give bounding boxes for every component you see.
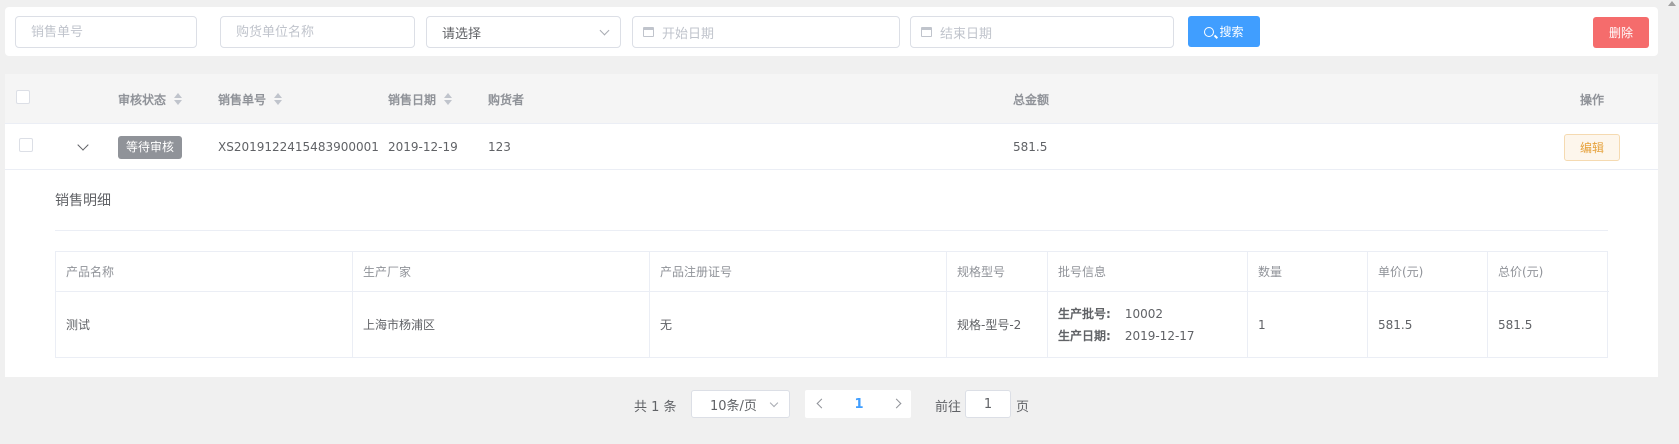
start-date-picker[interactable]: 开始日期 [632,16,900,48]
start-date-placeholder: 开始日期 [662,26,715,42]
header-order-no-label: 销售单号 [218,92,267,107]
edit-button[interactable]: 编辑 [1564,134,1620,161]
end-date-picker[interactable]: 结束日期 [910,16,1174,48]
buyer-cell: 123 [488,140,511,154]
header-status[interactable]: 审核状态 [118,74,183,124]
detail-total-price: 581.5 [1498,317,1533,332]
header-order-no[interactable]: 销售单号 [218,74,283,124]
delete-button[interactable]: 删除 [1593,17,1649,48]
pagination-total: 共 1 条 [634,400,677,415]
expand-chevron-icon[interactable] [77,139,89,151]
detail-table: 产品名称 生产厂家 产品注册证号 规格型号 批号信息 数量 单价(元) 总价(元… [55,251,1609,358]
status-cell: 等待审核 [118,124,183,170]
header-buyer: 购货者 [488,74,524,124]
goto-page-input[interactable] [965,390,1011,418]
batch-value: 10002 [1124,306,1163,321]
status-badge: 等待审核 [118,135,183,159]
sale-date-cell: 2019-12-19 [388,140,458,154]
calendar-icon [921,27,932,37]
batch-label: 生产批号: [1058,307,1111,321]
buyer-name-input[interactable] [220,16,415,48]
order-no-input[interactable] [15,16,197,48]
detail-batch-info: 生产批号: 10002 生产日期: 2019-12-17 [1048,292,1248,357]
prod-date-line: 生产日期: 2019-12-17 [1058,325,1195,347]
search-button[interactable]: 搜索 [1188,16,1260,47]
table-header: 审核状态 销售单号 销售日期 购货者 总金额 操作 [5,74,1658,124]
batch-line: 生产批号: 10002 [1058,303,1163,325]
search-bar: 请选择 开始日期 结束日期 搜索 删除 [5,7,1658,56]
search-button-label: 搜索 [1219,25,1244,39]
pager: 1 [805,390,911,418]
order-no-cell: XS2019122415483900001 [218,140,379,154]
calendar-icon [643,27,654,37]
next-page-icon[interactable] [891,398,902,409]
detail-header-manufacturer: 生产厂家 [353,252,650,292]
end-date-placeholder: 结束日期 [940,26,993,42]
page-size-select[interactable]: 10条/页 [691,390,790,418]
chevron-down-icon [599,25,610,36]
detail-header-product-name: 产品名称 [56,252,353,292]
detail-header-total-price: 总价(元) [1488,252,1609,292]
sort-icon[interactable] [274,93,283,105]
sort-icon[interactable] [444,93,453,105]
prod-date-label: 生产日期: [1058,329,1111,343]
detail-title: 销售明细 [55,193,111,209]
row-checkbox[interactable] [19,138,33,152]
goto-label: 前往 [935,400,962,415]
divider [55,230,1608,231]
select-all-checkbox[interactable] [16,90,30,104]
detail-header-quantity: 数量 [1248,252,1368,292]
header-sale-date[interactable]: 销售日期 [388,74,453,124]
total-cell: 581.5 [1013,140,1048,154]
table-row: 等待审核 XS2019122415483900001 2019-12-19 12… [5,124,1658,170]
status-select[interactable]: 请选择 [426,16,621,48]
detail-quantity: 1 [1248,292,1368,357]
detail-registration-no: 无 [650,292,947,357]
sort-icon[interactable] [174,93,183,105]
edit-button-label: 编辑 [1579,141,1604,155]
page-size-value: 10条/页 [710,398,757,414]
header-buyer-label: 购货者 [488,92,525,107]
header-total: 总金额 [1013,74,1049,124]
header-sale-date-label: 销售日期 [388,92,437,107]
detail-spec: 规格-型号-2 [947,292,1048,357]
header-actions: 操作 [1580,74,1604,124]
detail-manufacturer: 上海市杨浦区 [353,292,650,357]
scrollbar-up-arrow[interactable] [1668,1,1676,6]
chevron-down-icon [769,398,779,408]
header-total-label: 总金额 [1013,92,1050,107]
detail-header-unit-price: 单价(元) [1368,252,1488,292]
page-suffix: 页 [1016,400,1030,415]
detail-header-registration-no: 产品注册证号 [650,252,947,292]
prod-date-value: 2019-12-17 [1124,328,1195,343]
detail-unit-price: 581.5 [1368,292,1488,357]
header-status-label: 审核状态 [118,92,167,107]
header-actions-label: 操作 [1580,92,1605,107]
sales-table: 审核状态 销售单号 销售日期 购货者 总金额 操作 等待审核 XS2019122… [5,74,1658,377]
delete-button-label: 删除 [1608,26,1633,40]
search-icon [1204,26,1215,37]
detail-product-name: 测试 [56,292,353,357]
status-select-value: 请选择 [442,26,482,42]
detail-header-spec: 规格型号 [947,252,1048,292]
page-number-current[interactable]: 1 [850,390,868,418]
prev-page-icon[interactable] [816,398,827,409]
detail-header-batch-info: 批号信息 [1048,252,1248,292]
